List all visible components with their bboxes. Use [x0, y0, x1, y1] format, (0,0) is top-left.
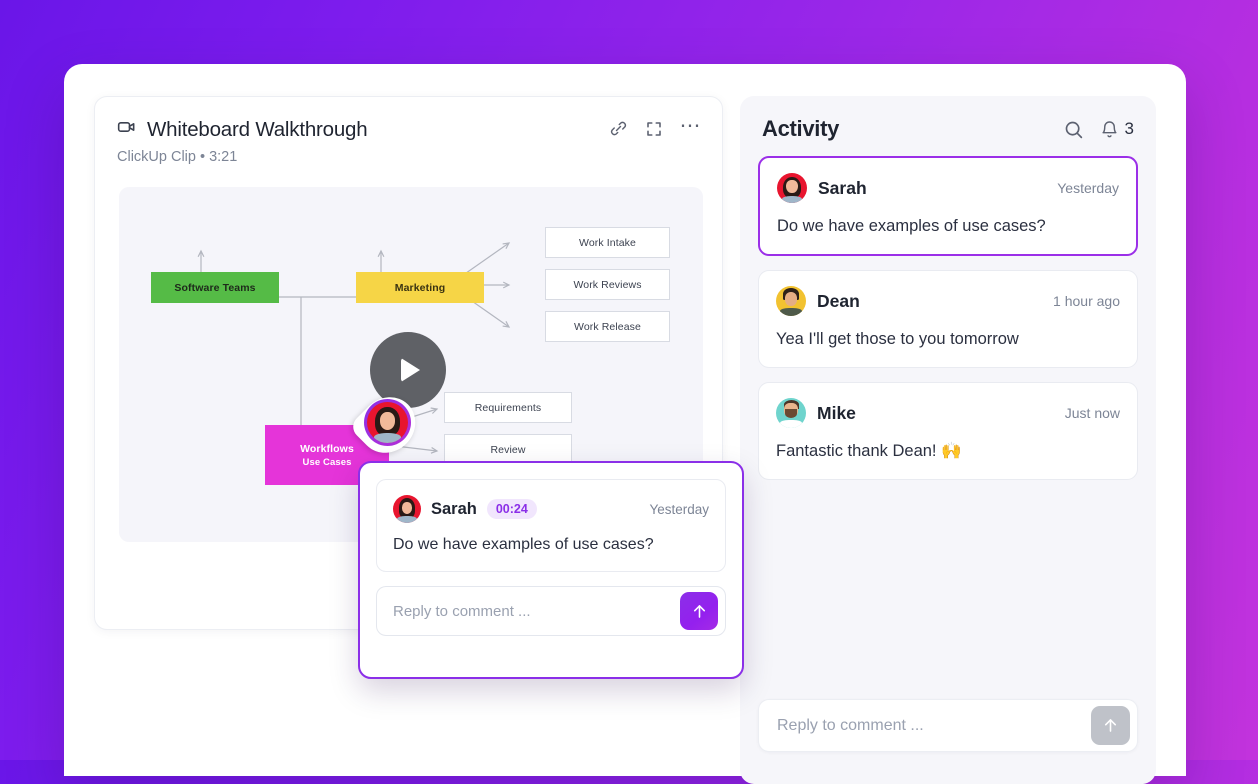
comment-text: Do we have examples of use cases? [393, 536, 654, 553]
node-work-intake[interactable]: Work Intake [545, 227, 670, 258]
activity-text: Yea I'll get those to you tomorrow [776, 330, 1019, 348]
node-requirements[interactable]: Requirements [444, 392, 572, 423]
activity-panel: Activity 3 Sarah Yesterday Do we have ex… [740, 96, 1156, 784]
comment-date: Yesterday [649, 501, 709, 517]
activity-text: Do we have examples of use cases? [777, 217, 1046, 235]
node-label: Review [490, 443, 526, 456]
node-label: Workflows [300, 442, 354, 455]
activity-time: 1 hour ago [1053, 293, 1120, 309]
clip-title: Whiteboard Walkthrough [147, 117, 368, 141]
video-camera-icon [117, 117, 137, 142]
node-software-teams[interactable]: Software Teams [151, 272, 279, 303]
activity-time: Just now [1064, 405, 1120, 421]
bell-icon [1101, 120, 1117, 137]
clip-subtitle: ClickUp Clip • 3:21 [117, 149, 238, 165]
avatar [777, 173, 807, 203]
app-window: Whiteboard Walkthrough ClickUp Clip • 3:… [64, 64, 1186, 784]
node-marketing[interactable]: Marketing [356, 272, 484, 303]
activity-header: Activity 3 [758, 96, 1138, 142]
activity-title: Activity [762, 116, 840, 141]
node-sublabel: Use Cases [302, 456, 352, 468]
search-icon[interactable] [1063, 119, 1084, 140]
popup-send-button[interactable] [680, 592, 718, 630]
activity-reply-bar [758, 699, 1138, 752]
comment-timestamp-chip[interactable]: 00:24 [486, 499, 537, 519]
expand-icon[interactable] [645, 120, 663, 138]
activity-item-sarah[interactable]: Sarah Yesterday Do we have examples of u… [758, 156, 1138, 256]
activity-author: Mike [817, 402, 856, 423]
node-label: Marketing [394, 281, 446, 294]
node-work-release[interactable]: Work Release [545, 311, 670, 342]
clip-actions: ⋯ [609, 115, 703, 138]
sarah-avatar-marker[interactable] [348, 385, 427, 465]
comment-popup: Sarah 00:24 Yesterday Do we have example… [358, 461, 744, 679]
popup-comment: Sarah 00:24 Yesterday Do we have example… [376, 479, 726, 572]
avatar [776, 286, 806, 316]
activity-tools: 3 [1063, 119, 1134, 140]
comment-author: Sarah [431, 499, 477, 518]
activity-item-dean[interactable]: Dean 1 hour ago Yea I'll get those to yo… [758, 270, 1138, 368]
play-triangle [401, 358, 420, 382]
activity-item-mike[interactable]: Mike Just now Fantastic thank Dean! 🙌 [758, 382, 1138, 480]
notification-count: 3 [1124, 119, 1134, 138]
node-label: Work Intake [579, 236, 636, 249]
activity-reply-input[interactable] [777, 716, 1091, 735]
link-icon[interactable] [609, 119, 628, 138]
activity-text: Fantastic thank Dean! 🙌 [776, 442, 962, 460]
marker-ring [364, 399, 411, 446]
activity-time: Yesterday [1057, 180, 1119, 196]
node-work-reviews[interactable]: Work Reviews [545, 269, 670, 300]
node-label: Work Reviews [573, 278, 642, 291]
node-label: Software Teams [174, 281, 256, 294]
more-icon[interactable]: ⋯ [680, 115, 703, 137]
popup-reply-bar [376, 586, 726, 636]
avatar [393, 495, 421, 523]
avatar [367, 402, 408, 443]
activity-author: Dean [817, 290, 860, 311]
node-label: Requirements [474, 401, 542, 414]
clip-header: Whiteboard Walkthrough ClickUp Clip • 3:… [95, 97, 722, 166]
activity-author: Sarah [818, 177, 867, 198]
activity-send-button[interactable] [1091, 706, 1130, 745]
popup-reply-input[interactable] [393, 602, 680, 620]
notifications-button[interactable]: 3 [1100, 119, 1134, 139]
node-label: Work Release [574, 320, 641, 333]
avatar [776, 398, 806, 428]
